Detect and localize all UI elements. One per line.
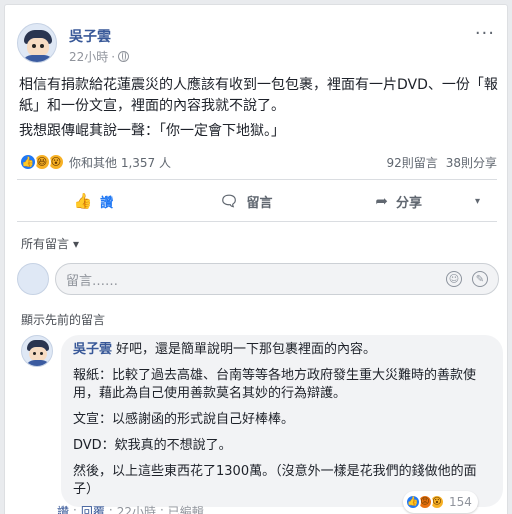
thumbs-up-icon: 👍 xyxy=(73,192,93,210)
share-arrow-icon: ➦ xyxy=(375,192,388,210)
globe-icon xyxy=(118,51,130,62)
share-audience-selector[interactable]: ▾ xyxy=(475,196,497,207)
post-author-name[interactable]: 吳子雲 xyxy=(69,26,111,46)
like-reaction-icon: 👍 xyxy=(19,153,37,171)
emoji-icon[interactable]: ☺ xyxy=(446,271,462,287)
divider xyxy=(17,221,497,222)
comment-time[interactable]: 22小時 xyxy=(117,503,156,514)
share-button[interactable]: ➦ 分享 xyxy=(322,192,475,211)
comment-sort-label: 所有留言 xyxy=(21,237,70,251)
post-meta: 22小時 · xyxy=(69,48,130,65)
reactions-summary: 👍 😆 😮 你和其他 1,357 人 92則留言 38則分享 xyxy=(19,151,497,173)
comment-reply-link[interactable]: 回覆 xyxy=(81,503,105,514)
viewer-avatar xyxy=(17,263,49,295)
comment-sort-dropdown[interactable]: 所有留言 ▾ xyxy=(21,235,79,252)
comment-composer: 留言…… ☺ ✎ xyxy=(17,262,499,296)
comment-author-name[interactable]: 吳子雲 xyxy=(73,342,112,357)
sticker-icon[interactable]: ✎ xyxy=(472,271,488,287)
post-paragraph: 相信有捐款給花蓮震災的人應該有收到一包包裹，裡面有一片DVD、一份「報紙」和一份… xyxy=(19,77,498,114)
post-actions: 👍 讚 🗨 留言 ➦ 分享 ▾ xyxy=(17,183,497,219)
comment-label: 留言 xyxy=(246,195,273,211)
divider xyxy=(17,179,497,180)
post-paragraph: 我想跟傳崐萁說一聲：「你一定會下地獄。」 xyxy=(19,123,285,139)
speech-bubble-icon: 🗨 xyxy=(219,192,239,210)
comment-input[interactable]: 留言…… ☺ ✎ xyxy=(55,263,499,295)
comment-like-link[interactable]: 讚 xyxy=(57,503,69,514)
like-button[interactable]: 👍 讚 xyxy=(17,192,170,211)
comment-paragraph: 報紙：比較了過去高雄、台南等等各地方政府發生重大災難時的善款使用，藉此為自己使用… xyxy=(73,368,477,401)
comment-paragraph: 好吧，還是簡單說明一下那包裹裡面的內容。 xyxy=(116,342,377,357)
post-time[interactable]: 22小時 xyxy=(69,48,108,65)
show-previous-comments-link[interactable]: 顯示先前的留言 xyxy=(21,311,105,328)
more-options-icon[interactable]: ··· xyxy=(475,23,495,44)
share-label: 分享 xyxy=(395,195,422,211)
chevron-down-icon: ▾ xyxy=(73,236,80,251)
comment-paragraph: DVD：欸我真的不想說了。 xyxy=(73,438,232,453)
chevron-down-icon: ▾ xyxy=(475,195,481,207)
comment-button[interactable]: 🗨 留言 xyxy=(170,192,323,211)
comments-count[interactable]: 92則留言 xyxy=(386,154,437,171)
meta-dot: · xyxy=(111,49,116,64)
shares-count[interactable]: 38則分享 xyxy=(446,154,497,171)
comment-input-placeholder: 留言…… xyxy=(66,273,119,289)
comment-author-avatar[interactable] xyxy=(21,335,53,367)
comment-reactions-badge[interactable]: 👍 😡 😮 154 xyxy=(403,491,478,513)
comment-paragraph: 文宣：以感謝函的形式說自己好棒棒。 xyxy=(73,412,295,427)
comment-reaction-count: 154 xyxy=(449,495,472,509)
like-label: 讚 xyxy=(100,195,114,211)
comment-actions: 讚 · 回覆 · 22小時 · 已編輯 xyxy=(57,503,204,514)
comment-bubble: 吳子雲 好吧，還是簡單說明一下那包裹裡面的內容。 報紙：比較了過去高雄、台南等等各… xyxy=(61,335,503,507)
author-avatar[interactable] xyxy=(17,23,57,63)
post-body: 相信有捐款給花蓮震災的人應該有收到一包包裹，裡面有一片DVD、一份「報紙」和一份… xyxy=(19,75,499,146)
like-reaction-icon: 👍 xyxy=(405,494,421,510)
reactions-count[interactable]: 你和其他 1,357 人 xyxy=(69,154,171,171)
comment-edited-label[interactable]: 已編輯 xyxy=(168,503,204,514)
post-card: 吳子雲 22小時 · ··· 相信有捐款給花蓮震災的人應該有收到一包包裹，裡面有… xyxy=(4,4,508,514)
